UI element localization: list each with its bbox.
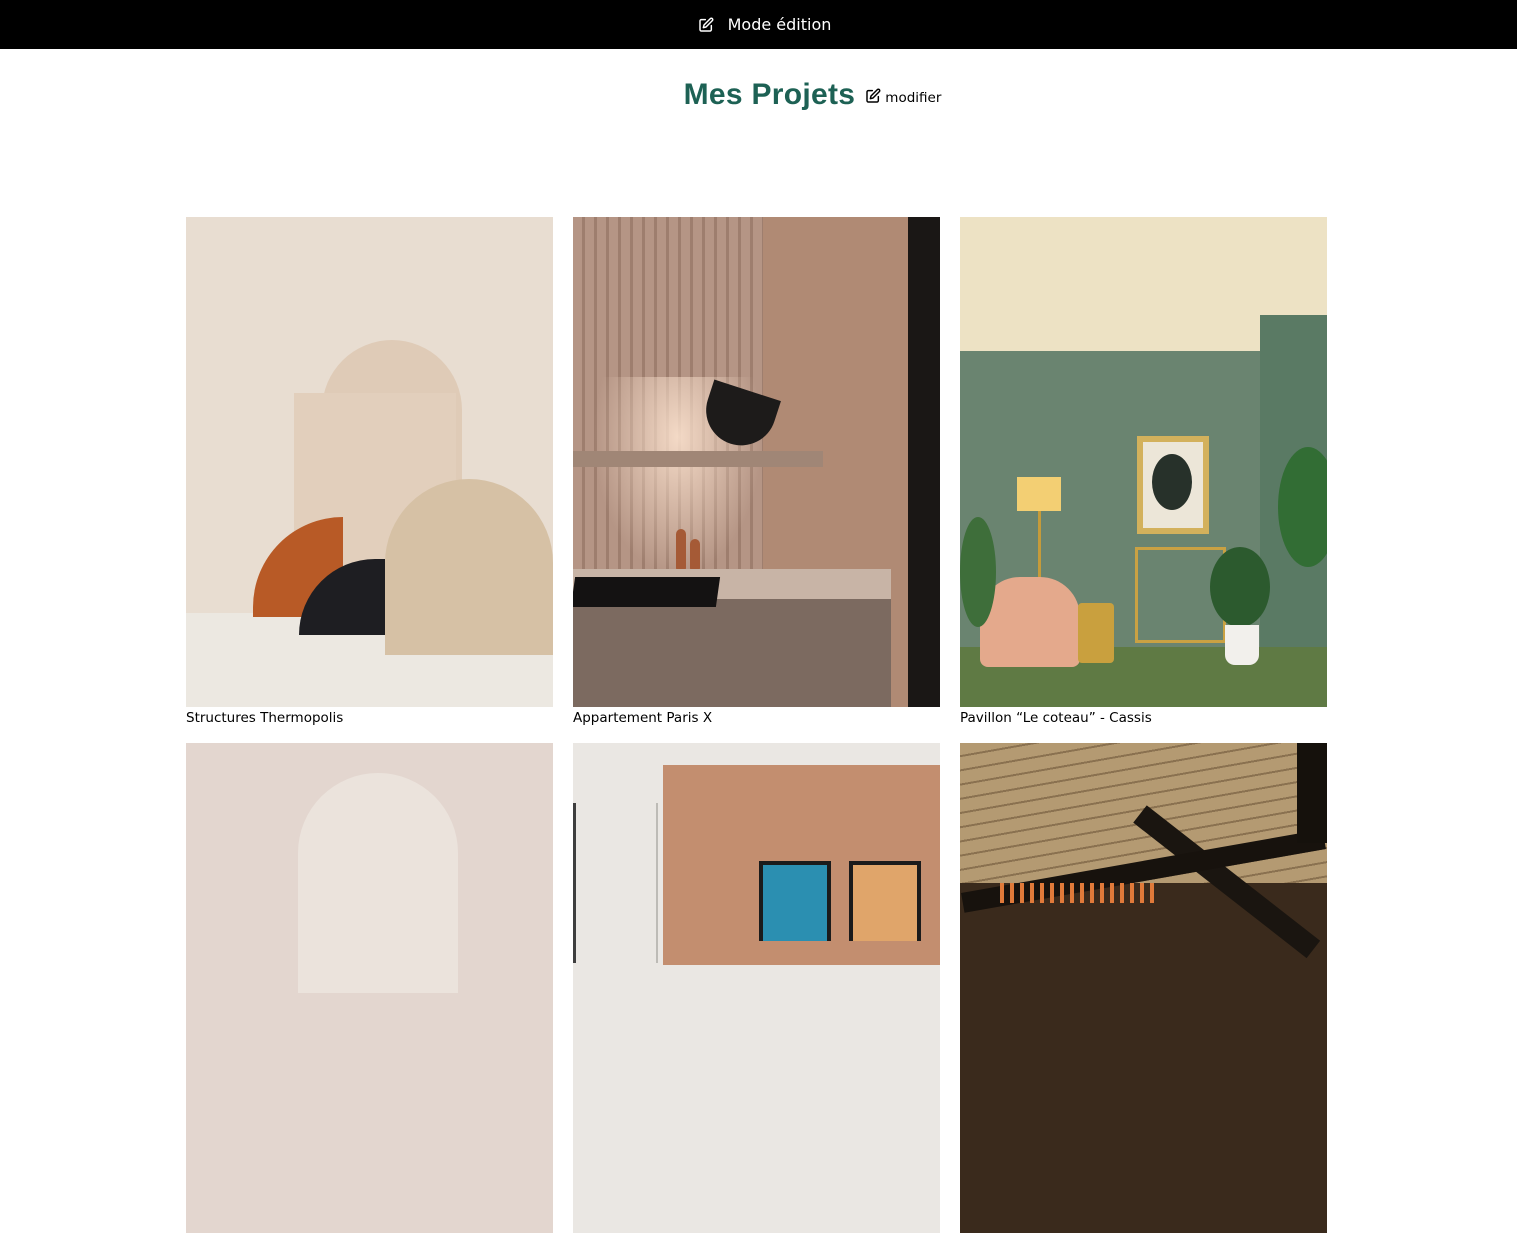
project-image-4[interactable]	[186, 743, 553, 1233]
edit-icon	[865, 88, 881, 108]
project-card[interactable]: Appartement Paris X	[573, 217, 940, 727]
modify-button[interactable]: modifier	[865, 88, 941, 108]
project-caption: Pavillon “Le coteau” - Cassis	[960, 710, 1152, 726]
edit-mode-label: Mode édition	[727, 15, 832, 34]
project-caption	[960, 1235, 1327, 1253]
project-image-pavillon-le-coteau[interactable]	[960, 217, 1327, 707]
project-gallery: Structures Thermopolis Appartement Paris…	[186, 217, 1327, 1253]
project-card[interactable]	[186, 743, 553, 1253]
project-card[interactable]	[573, 743, 940, 1253]
edit-mode-button[interactable]: Mode édition	[698, 15, 832, 34]
project-card[interactable]: Pavillon “Le coteau” - Cassis	[960, 217, 1327, 727]
project-image-appartement-paris-x[interactable]	[573, 217, 940, 707]
modify-label: modifier	[885, 90, 942, 106]
edit-icon	[698, 17, 714, 33]
edit-mode-banner: Mode édition	[0, 0, 1517, 49]
project-image-5[interactable]	[573, 743, 940, 1233]
project-caption: Structures Thermopolis	[186, 710, 344, 726]
page-header: Mes Projets modifier	[0, 70, 1517, 120]
project-image-structures-thermopolis[interactable]	[186, 217, 553, 707]
project-card[interactable]	[960, 743, 1327, 1253]
page-title: Mes Projets	[683, 78, 856, 111]
project-card[interactable]: Structures Thermopolis	[186, 217, 553, 727]
project-caption	[186, 1235, 553, 1253]
project-caption: Appartement Paris X	[573, 710, 713, 726]
project-image-6[interactable]	[960, 743, 1327, 1233]
project-caption	[573, 1235, 940, 1253]
